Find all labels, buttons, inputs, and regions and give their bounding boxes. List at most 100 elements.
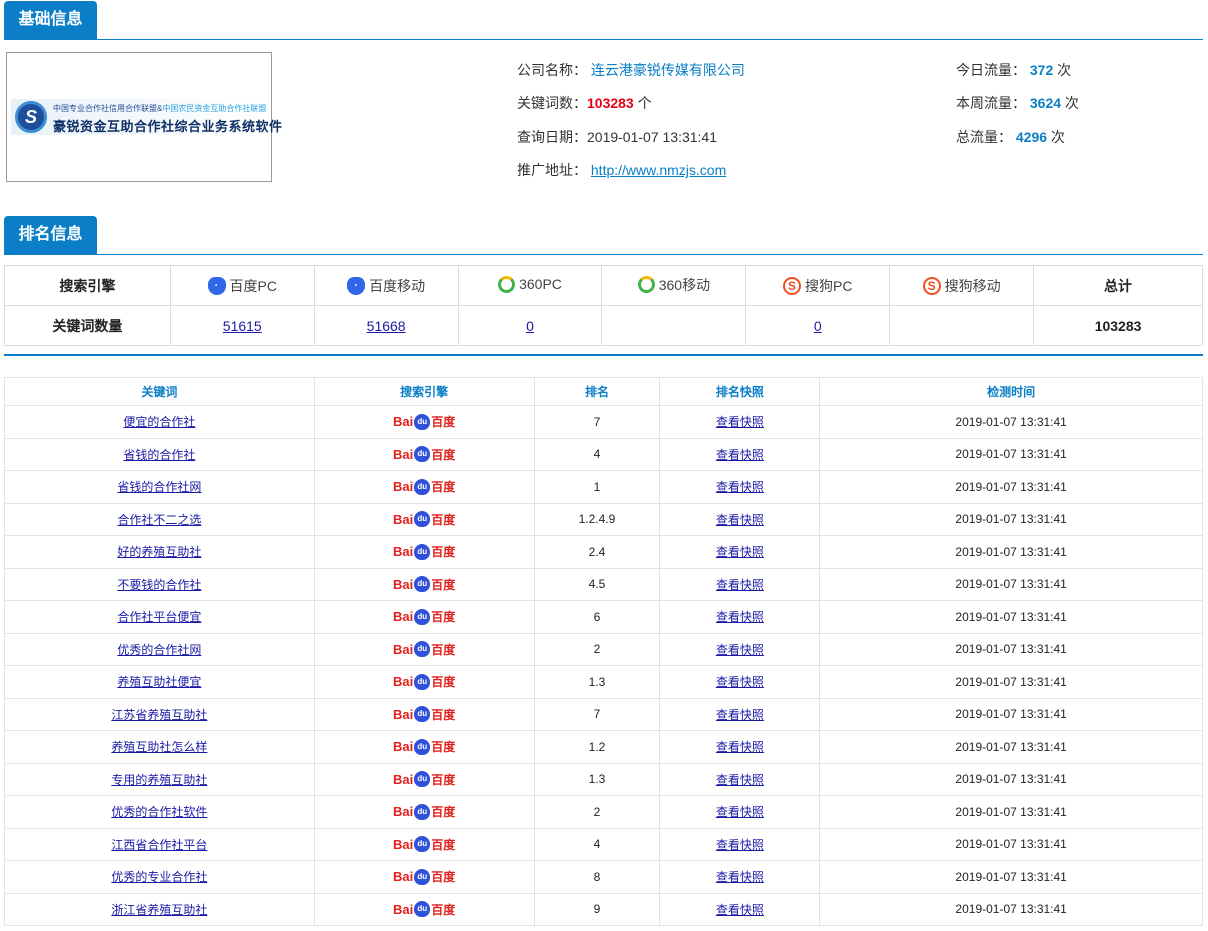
view-snapshot-link[interactable]: 查看快照 <box>716 903 764 917</box>
logo-tagline: 中国专业合作社信用合作联盟&中国农民资金互助合作社联盟 <box>53 103 266 114</box>
table-row: 江西省合作社平台 Bai du 百度 4 查看快照 2019-01-07 13:31:41 <box>4 827 1203 861</box>
keyword-link[interactable]: 江苏省养殖互助社 <box>111 708 207 722</box>
keyword-cell: 省钱的合作社 <box>4 437 315 471</box>
keyword-link[interactable]: 不要钱的合作社 <box>117 578 201 592</box>
view-snapshot-link[interactable]: 查看快照 <box>716 740 764 754</box>
company-name-value: 连云港豪锐传媒有限公司 <box>590 62 745 78</box>
keyword-cell: 优秀的合作社网 <box>4 632 315 666</box>
engine-name: 百度PC <box>229 277 277 294</box>
keyword-link[interactable]: 优秀的合作社网 <box>117 643 201 657</box>
view-snapshot-link[interactable]: 查看快照 <box>716 870 764 884</box>
keyword-link[interactable]: 专用的养殖互助社 <box>111 773 207 787</box>
engine-cell: Bai du 百度 <box>313 567 535 601</box>
promo-url-link[interactable]: http://www.nmzjs.com <box>591 162 726 178</box>
engine-header-label: 搜索引擎 <box>4 265 171 306</box>
keyword-link[interactable]: 优秀的合作社软件 <box>111 805 207 819</box>
table-row: 优秀的合作社网 Bai du 百度 2 查看快照 2019-01-07 13:31:41 <box>4 632 1203 666</box>
engine-name: 百度移动 <box>369 277 426 294</box>
table-row: 专用的养殖互助社 Bai du 百度 1.3 查看快照 2019-01-07 13:31:4… <box>4 762 1203 796</box>
engine-header-row: 搜索引擎 · 百度PC · 百度移动 360PC 360移动 S 搜狗PC S 搜狗移动… <box>4 265 1203 306</box>
view-snapshot-link[interactable]: 查看快照 <box>716 708 764 722</box>
baidu-logo-cn: 百度 <box>431 415 456 430</box>
view-snapshot-link[interactable]: 查看快照 <box>716 643 764 657</box>
view-snapshot-link[interactable]: 查看快照 <box>716 610 764 624</box>
week-traffic-label: 本周流量： <box>956 95 1026 111</box>
today-traffic-row: 今日流量： 372 次 <box>956 60 1071 80</box>
engine-count-link[interactable]: 0 <box>814 318 822 334</box>
keyword-link[interactable]: 便宜的合作社 <box>123 415 195 429</box>
rank-cell: 9 <box>533 892 661 926</box>
keyword-link[interactable]: 好的养殖互助社 <box>117 545 201 559</box>
keyword-link[interactable]: 合作社不二之选 <box>117 513 201 527</box>
view-snapshot-link[interactable]: 查看快照 <box>716 805 764 819</box>
engine-name: 360PC <box>519 276 562 292</box>
keyword-link[interactable]: 江西省合作社平台 <box>111 838 207 852</box>
engine-count-cell <box>601 305 747 346</box>
engine-cell: Bai du 百度 <box>313 697 535 731</box>
view-snapshot-link[interactable]: 查看快照 <box>716 545 764 559</box>
baidu-paw-icon: du <box>414 446 431 463</box>
engine-cell: Bai du 百度 <box>313 405 535 439</box>
view-snapshot-link[interactable]: 查看快照 <box>716 513 764 527</box>
baidu-logo-text: Bai <box>392 771 414 787</box>
col-snapshot: 排名快照 <box>659 377 821 406</box>
table-row: 合作社不二之选 Bai du 百度 1.2.4.9 查看快照 2019-01-07 13:3… <box>4 502 1203 536</box>
engine-count-cell <box>889 305 1035 346</box>
baidu-logo-text: Bai <box>392 446 414 462</box>
baidu-paw-icon: du <box>414 543 431 560</box>
keyword-cell: 养殖互助社便宜 <box>4 665 315 699</box>
rank-table-body: 便宜的合作社 Bai du 百度 7 查看快照 2019-01-07 13:31:41 省钱的… <box>4 405 1203 926</box>
engine-count-link[interactable]: 0 <box>526 318 534 334</box>
check-time-cell: 2019-01-07 13:31:41 <box>819 535 1203 569</box>
total-traffic-row: 总流量： 4296 次 <box>956 127 1065 147</box>
baidu-logo-cn: 百度 <box>431 447 456 462</box>
keyword-link[interactable]: 优秀的专业合作社 <box>111 870 207 884</box>
baidu-logo-text: Bai <box>392 804 414 820</box>
table-row: 好的养殖互助社 Bai du 百度 2.4 查看快照 2019-01-07 13:31:41 <box>4 535 1203 569</box>
check-time-cell: 2019-01-07 13:31:41 <box>819 437 1203 471</box>
total-traffic-unit: 次 <box>1047 129 1065 145</box>
check-time-cell: 2019-01-07 13:31:41 <box>819 795 1203 829</box>
check-time-cell: 2019-01-07 13:31:41 <box>819 600 1203 634</box>
check-time-cell: 2019-01-07 13:31:41 <box>819 470 1203 504</box>
engine-count-link[interactable]: 51615 <box>223 318 262 334</box>
baidu-logo-cn: 百度 <box>431 675 456 690</box>
baidu-paw-icon: du <box>414 608 431 625</box>
total-traffic-label: 总流量： <box>956 129 1012 145</box>
snapshot-cell: 查看快照 <box>659 795 821 829</box>
keyword-link[interactable]: 养殖互助社便宜 <box>117 675 201 689</box>
baidu-logo-cn: 百度 <box>431 805 456 820</box>
table-row: 浙江省养殖互助社 Bai du 百度 9 查看快照 2019-01-07 13:31:41 <box>4 892 1203 926</box>
check-time-cell: 2019-01-07 13:31:41 <box>819 697 1203 731</box>
rank-table-header: 关键词 搜索引擎 排名 排名快照 检测时间 <box>4 377 1203 406</box>
keyword-count-unit: 个 <box>633 95 652 111</box>
view-snapshot-link[interactable]: 查看快照 <box>716 448 764 462</box>
week-traffic-value: 3624 <box>1029 95 1062 111</box>
engine-count-link[interactable]: 51668 <box>367 318 406 334</box>
keyword-link[interactable]: 省钱的合作社 <box>123 448 195 462</box>
rank-cell: 1.3 <box>533 665 661 699</box>
company-logo: S 中国专业合作社信用合作联盟&中国农民资金互助合作社联盟 豪锐资金互助合作社综… <box>6 52 282 182</box>
engine-name: 搜狗PC <box>805 277 853 294</box>
engine-cell: Bai du 百度 <box>313 535 535 569</box>
week-traffic-unit: 次 <box>1061 95 1079 111</box>
check-time-cell: 2019-01-07 13:31:41 <box>819 860 1203 894</box>
baidu-logo-icon: Bai du 百度 <box>393 641 455 658</box>
view-snapshot-link[interactable]: 查看快照 <box>716 675 764 689</box>
snapshot-cell: 查看快照 <box>659 665 821 699</box>
keyword-link[interactable]: 合作社平台便宜 <box>117 610 201 624</box>
view-snapshot-link[interactable]: 查看快照 <box>716 838 764 852</box>
view-snapshot-link[interactable]: 查看快照 <box>716 480 764 494</box>
engine-cell: Bai du 百度 <box>313 437 535 471</box>
check-time-cell: 2019-01-07 13:31:41 <box>819 762 1203 796</box>
keyword-link[interactable]: 浙江省养殖互助社 <box>111 903 207 917</box>
engine-total-label: 总计 <box>1033 265 1203 306</box>
view-snapshot-link[interactable]: 查看快照 <box>716 415 764 429</box>
keyword-link[interactable]: 养殖互助社怎么样 <box>111 740 207 754</box>
keyword-link[interactable]: 省钱的合作社网 <box>117 480 201 494</box>
table-row: 养殖互助社怎么样 Bai du 百度 1.2 查看快照 2019-01-07 13:31:4… <box>4 730 1203 764</box>
view-snapshot-link[interactable]: 查看快照 <box>716 578 764 592</box>
view-snapshot-link[interactable]: 查看快照 <box>716 773 764 787</box>
engine-cell: Bai du 百度 <box>313 730 535 764</box>
snapshot-cell: 查看快照 <box>659 470 821 504</box>
